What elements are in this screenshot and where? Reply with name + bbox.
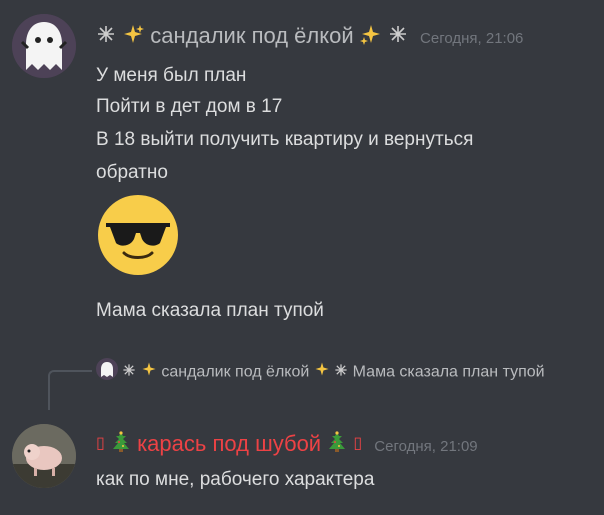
message1-author-name[interactable]: сандалик под ёлкой — [150, 23, 353, 48]
asterisk-icon — [122, 362, 136, 384]
asterisk-icon — [388, 23, 408, 51]
reply-text: Мама сказала план тупой — [352, 363, 545, 381]
message1-timestamp: Сегодня, 21:06 — [420, 30, 524, 47]
sparkles-icon — [141, 361, 157, 384]
sparkles-icon — [359, 23, 382, 52]
christmas-tree-icon — [111, 431, 131, 460]
reply-connector — [48, 370, 92, 410]
unknown-glyph: ▯ — [96, 435, 105, 452]
message1-last-line: Мама сказала план тупой — [96, 300, 324, 321]
message2-author[interactable]: ▯ карась под шубой ▯ Сегодня, 21:09 — [96, 430, 478, 461]
message1-line: обратно — [96, 162, 168, 183]
sparkles-icon — [122, 23, 145, 52]
reply-avatar — [96, 358, 118, 387]
reply-author-name[interactable]: сандалик под ёлкой — [161, 364, 309, 381]
message2-timestamp: Сегодня, 21:09 — [374, 438, 478, 455]
message1-author[interactable]: сандалик под ёлкой Сегодня, 21:06 — [96, 22, 523, 53]
reply-preview[interactable]: сандалик под ёлкой Мама сказала план туп… — [96, 358, 596, 387]
unknown-glyph: ▯ — [353, 435, 363, 452]
message1-line: В 18 выйти получить квартиру и вернуться — [96, 129, 474, 150]
sunglasses-emoji — [96, 193, 180, 277]
asterisk-icon — [96, 23, 116, 51]
christmas-tree-icon — [327, 431, 347, 460]
asterisk-icon — [334, 362, 348, 384]
message2-author-name[interactable]: карась под шубой — [137, 431, 321, 456]
message1-line: Пойти в дет дом в 17 — [96, 96, 283, 117]
avatar-karas[interactable] — [12, 424, 76, 488]
avatar-sandalik[interactable] — [12, 14, 76, 78]
message1-line: У меня был план — [96, 65, 247, 86]
sparkles-icon — [314, 361, 330, 384]
message2-text: как по мне, рабочего характера — [96, 469, 375, 490]
